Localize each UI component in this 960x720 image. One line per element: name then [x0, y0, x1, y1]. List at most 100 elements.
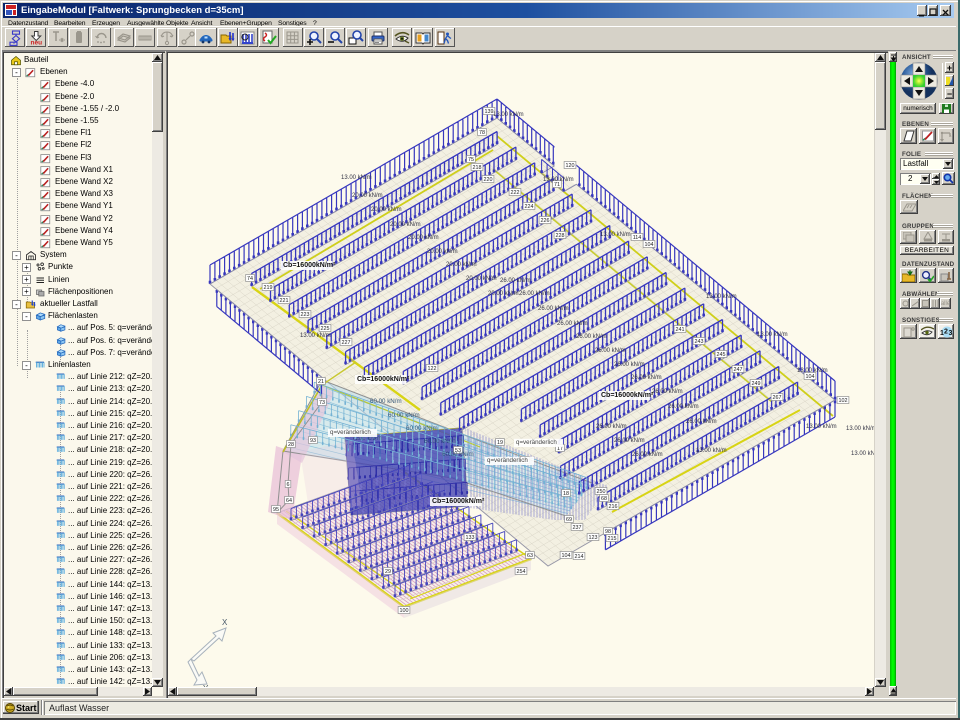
svg-text:254: 254 — [517, 569, 526, 575]
svg-text:13.00 kN/m: 13.00 kN/m — [706, 294, 737, 300]
svg-text:133: 133 — [466, 535, 475, 541]
svg-text:64: 64 — [286, 498, 292, 504]
svg-text:104: 104 — [562, 553, 571, 559]
svg-text:60.00 kN/m: 60.00 kN/m — [442, 451, 474, 458]
svg-text:224: 224 — [525, 204, 534, 210]
svg-text:75: 75 — [468, 157, 474, 163]
svg-text:245: 245 — [717, 352, 726, 358]
svg-text:13.00 kN/m: 13.00 kN/m — [696, 448, 727, 454]
svg-text:122: 122 — [428, 366, 437, 372]
svg-text:98: 98 — [605, 529, 611, 535]
svg-text:26.00 kN/m: 26.00 kN/m — [632, 452, 663, 458]
svg-text:69: 69 — [566, 517, 572, 523]
svg-text:26.00 kN/m: 26.00 kN/m — [652, 389, 683, 395]
svg-text:243: 243 — [695, 339, 704, 345]
svg-text:13.00 kN/m: 13.00 kN/m — [797, 368, 828, 374]
svg-text:26.00 kN/m: 26.00 kN/m — [538, 306, 569, 312]
svg-text:120: 120 — [566, 163, 575, 169]
svg-text:20.00 kN/m: 20.00 kN/m — [371, 207, 402, 213]
svg-text:q=veränderlich: q=veränderlich — [330, 429, 371, 436]
svg-text:60.00 kN/m: 60.00 kN/m — [424, 438, 456, 445]
svg-text:218: 218 — [473, 165, 482, 171]
svg-text:60.00 kN/m: 60.00 kN/m — [406, 425, 438, 432]
svg-text:6: 6 — [287, 482, 290, 488]
svg-text:19: 19 — [497, 440, 503, 446]
svg-text:226: 226 — [541, 218, 550, 224]
svg-text:73: 73 — [319, 400, 325, 406]
svg-text:247: 247 — [734, 367, 743, 373]
svg-text:q=veränderlich: q=veränderlich — [516, 439, 557, 446]
svg-text:267: 267 — [773, 395, 782, 401]
svg-text:26.00 kN/m: 26.00 kN/m — [614, 438, 645, 444]
svg-text:26.00 kN/m: 26.00 kN/m — [557, 321, 588, 327]
svg-text:26.00 kN/m: 26.00 kN/m — [519, 291, 550, 297]
svg-text:222: 222 — [511, 190, 520, 196]
svg-text:q=veränderlich: q=veränderlich — [487, 457, 528, 464]
svg-text:20.00 kN/m: 20.00 kN/m — [427, 249, 458, 255]
svg-text:Cb=16000kN/m²: Cb=16000kN/m² — [357, 376, 410, 383]
svg-text:26.00 kN/m: 26.00 kN/m — [576, 334, 607, 340]
svg-text:74: 74 — [247, 276, 253, 282]
svg-text:26.00 kN/m: 26.00 kN/m — [595, 348, 626, 354]
svg-text:13.00 kN/m: 13.00 kN/m — [600, 232, 631, 238]
svg-text:63: 63 — [527, 553, 533, 559]
svg-text:215: 215 — [608, 536, 617, 542]
svg-text:Cb=16000kN/m²: Cb=16000kN/m² — [601, 392, 654, 399]
svg-text:Cb=16000kN/m²: Cb=16000kN/m² — [432, 498, 485, 505]
svg-text:26.00 kN/m: 26.00 kN/m — [500, 278, 531, 284]
svg-text:13.00 kN/m: 13.00 kN/m — [300, 333, 331, 339]
svg-text:20.00 kN/m: 20.00 kN/m — [352, 193, 383, 199]
svg-text:X: X — [222, 618, 228, 627]
svg-text:26.00 kN/m: 26.00 kN/m — [614, 362, 645, 368]
svg-text:20.00 kN/m: 20.00 kN/m — [488, 291, 519, 297]
svg-text:78: 78 — [479, 130, 485, 136]
svg-text:13.00 kN/m: 13.00 kN/m — [851, 451, 874, 457]
svg-text:214: 214 — [575, 554, 584, 560]
svg-text:3: 3 — [948, 330, 952, 337]
svg-text:26.00 kN/m: 26.00 kN/m — [596, 424, 627, 430]
svg-text:123: 123 — [589, 535, 598, 541]
svg-text:neu: neu — [31, 39, 43, 46]
svg-text:102: 102 — [839, 398, 848, 404]
svg-text:220: 220 — [484, 177, 493, 183]
svg-text:60.00 kN/m: 60.00 kN/m — [370, 398, 402, 405]
svg-text:95: 95 — [273, 507, 279, 513]
svg-text:13.00 kN/m: 13.00 kN/m — [543, 177, 574, 183]
svg-text:2: 2 — [944, 328, 948, 335]
svg-text:20.00 kN/m: 20.00 kN/m — [466, 276, 497, 282]
svg-text:249: 249 — [752, 381, 761, 387]
svg-text:241: 241 — [676, 327, 685, 333]
svg-text:20.00 kN/m: 20.00 kN/m — [408, 235, 439, 241]
svg-text:26.00 kN/m: 26.00 kN/m — [631, 375, 662, 381]
svg-text:20.00 kN/m: 20.00 kN/m — [446, 262, 477, 268]
svg-text:223: 223 — [301, 312, 310, 318]
svg-text:Cb=16000kN/m²: Cb=16000kN/m² — [283, 262, 336, 269]
svg-text:20.00 kN/m: 20.00 kN/m — [390, 222, 421, 228]
svg-text:114: 114 — [633, 235, 642, 241]
svg-text:250: 250 — [597, 489, 606, 495]
svg-text:219: 219 — [264, 285, 273, 291]
svg-text:93: 93 — [310, 438, 316, 444]
svg-text:28: 28 — [288, 442, 294, 448]
svg-text:104: 104 — [806, 374, 815, 380]
svg-text:68: 68 — [601, 496, 607, 502]
svg-text:227: 227 — [342, 340, 351, 346]
svg-text:26.00 kN/m: 26.00 kN/m — [686, 419, 717, 425]
svg-text:228: 228 — [556, 233, 565, 239]
svg-text:21: 21 — [318, 379, 324, 385]
svg-text:225: 225 — [321, 326, 330, 332]
svg-text:237: 237 — [573, 525, 582, 531]
svg-text:13.00 kN/m: 13.00 kN/m — [846, 426, 874, 432]
svg-text:13.00 kN/m: 13.00 kN/m — [806, 424, 837, 430]
svg-text:216: 216 — [609, 504, 618, 510]
svg-text:18: 18 — [563, 491, 569, 497]
svg-text:29: 29 — [385, 569, 391, 575]
svg-text:26.00 kN/m: 26.00 kN/m — [668, 404, 699, 410]
svg-text:13.00 kN/m: 13.00 kN/m — [757, 332, 788, 338]
svg-text:100: 100 — [400, 608, 409, 614]
svg-text:13.00 kN/m: 13.00 kN/m — [493, 112, 524, 118]
svg-text:13.00 kN/m: 13.00 kN/m — [341, 175, 372, 181]
svg-text:104: 104 — [645, 242, 654, 248]
svg-text:221: 221 — [280, 298, 289, 304]
svg-text:60.00 kN/m: 60.00 kN/m — [388, 412, 420, 419]
